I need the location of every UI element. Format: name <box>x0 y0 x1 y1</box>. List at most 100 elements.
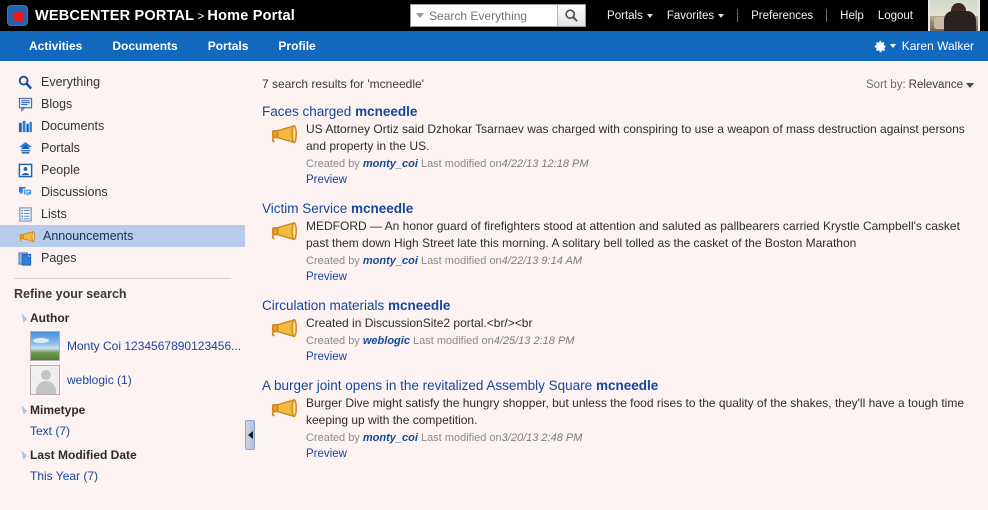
tab-documents[interactable]: Documents <box>97 31 192 61</box>
result-author[interactable]: monty_coi <box>363 158 418 170</box>
search-scope-dropdown[interactable] <box>411 5 430 26</box>
facet-option-author-monty[interactable]: Monty Coi 1234567890123456... <box>0 331 245 361</box>
megaphone-icon <box>271 221 297 241</box>
facet-option-label[interactable]: Monty Coi 1234567890123456... <box>67 339 241 353</box>
chevron-down-icon <box>646 13 653 18</box>
landscape-photo-thumb <box>30 331 60 361</box>
result-title-text: Circulation materials <box>262 298 389 313</box>
sidebar-item-label: Everything <box>41 75 101 89</box>
sidebar-item-documents[interactable]: Documents <box>0 115 245 137</box>
sidebar-item-pages[interactable]: Pages <box>0 247 245 269</box>
modified-label: Last modified on <box>417 158 502 170</box>
discussions-icon <box>18 186 33 199</box>
webcenter-logo-icon[interactable] <box>8 6 27 25</box>
header-divider <box>826 9 828 22</box>
result-title-link[interactable]: Faces charged mcneedle <box>262 104 974 119</box>
page-title: Home Portal <box>207 7 296 24</box>
result-main: Created in DiscussionSite2 portal.<br/><… <box>306 315 974 365</box>
facet-option-author-weblogic[interactable]: weblogic (1) <box>0 365 245 395</box>
facet-option-label[interactable]: weblogic (1) <box>67 373 132 387</box>
search-submit-button[interactable] <box>557 5 586 26</box>
refine-search-title: Refine your search <box>14 287 127 301</box>
header-link-portals[interactable]: Portals <box>600 10 660 22</box>
sidebar-collapse-splitter[interactable] <box>245 420 255 450</box>
current-username[interactable]: Karen Walker <box>902 39 974 53</box>
disclosure-triangle-icon <box>17 313 28 323</box>
header-link-favorites[interactable]: Favorites <box>660 10 731 22</box>
tab-portals[interactable]: Portals <box>193 31 264 61</box>
sort-by-value[interactable]: Relevance <box>909 79 963 91</box>
modified-label: Last modified on <box>417 432 502 444</box>
facet-header-last-modified-date[interactable]: Last Modified Date <box>0 440 245 464</box>
result-author[interactable]: monty_coi <box>363 432 418 444</box>
modified-label: Last modified on <box>409 335 494 347</box>
header-link-help[interactable]: Help <box>833 10 871 22</box>
result-body: MEDFORD — An honor guard of firefighters… <box>262 218 974 285</box>
user-avatar-photo[interactable] <box>928 0 980 33</box>
result-main: Burger Dive might satisfy the hungry sho… <box>306 395 974 462</box>
main-navigation-bar: Activities Documents Portals Profile Kar… <box>0 31 988 61</box>
megaphone-icon <box>271 398 297 418</box>
facet-option-label[interactable]: Text (7) <box>30 424 70 438</box>
avatar-body <box>944 11 976 31</box>
header-link-logout[interactable]: Logout <box>871 10 920 22</box>
documents-icon <box>18 120 32 132</box>
header-link-preferences[interactable]: Preferences <box>744 10 820 22</box>
sidebar-item-label: Documents <box>41 119 105 133</box>
created-by-label: Created by <box>306 432 363 444</box>
search-box[interactable] <box>410 4 587 27</box>
search-input[interactable] <box>429 5 558 26</box>
result-preview-link[interactable]: Preview <box>306 448 347 460</box>
sidebar-item-blogs[interactable]: Blogs <box>0 93 245 115</box>
sidebar-item-announcements[interactable]: Announcements <box>0 225 245 247</box>
sidebar-item-label: Pages <box>41 251 77 265</box>
result-main: US Attorney Ortiz said Dzhokar Tsarnaev … <box>306 121 974 188</box>
facet-header-author[interactable]: Author <box>0 303 245 327</box>
sidebar-item-people[interactable]: People <box>0 159 245 181</box>
result-author[interactable]: monty_coi <box>363 255 418 267</box>
result-title-link[interactable]: Circulation materials mcneedle <box>262 298 974 313</box>
result-preview-link[interactable]: Preview <box>306 271 347 283</box>
disclosure-triangle-icon <box>17 405 28 415</box>
facet-option-label[interactable]: This Year (7) <box>30 469 98 483</box>
facet-option-mimetype-text[interactable]: Text (7) <box>0 422 245 440</box>
megaphone-icon <box>271 124 297 144</box>
breadcrumb-separator: > <box>197 8 205 23</box>
tab-profile[interactable]: Profile <box>263 31 330 61</box>
search-result-item: A burger joint opens in the revitalized … <box>262 378 974 462</box>
blog-icon <box>18 97 33 112</box>
sort-by-control[interactable]: Sort by: Relevance <box>866 79 974 91</box>
result-metadata: Created by monty_coi Last modified on4/2… <box>306 158 974 170</box>
sidebar-item-lists[interactable]: Lists <box>0 203 245 225</box>
magnifier-icon <box>18 75 33 89</box>
sidebar-item-portals[interactable]: Portals <box>0 137 245 159</box>
account-settings-button[interactable] <box>874 40 896 53</box>
sidebar-item-discussions[interactable]: Discussions <box>0 181 245 203</box>
chevron-down-icon <box>889 44 896 48</box>
search-result-item: Victim Service mcneedle MEDFORD — An hon… <box>262 201 974 285</box>
result-preview-link[interactable]: Preview <box>306 351 347 363</box>
result-modified-date: 4/22/13 9:14 AM <box>501 255 582 267</box>
result-title-text: Faces charged <box>262 104 356 119</box>
facet-option-date-this-year[interactable]: This Year (7) <box>0 467 245 485</box>
search-result-item: Faces charged mcneedle US Attorney Ortiz… <box>262 104 974 188</box>
result-body: Created in DiscussionSite2 portal.<br/><… <box>262 315 974 365</box>
tab-activities[interactable]: Activities <box>14 31 97 61</box>
created-by-label: Created by <box>306 158 363 170</box>
result-metadata: Created by monty_coi Last modified on4/2… <box>306 255 974 267</box>
results-count-text: 7 search results for 'mcneedle' <box>262 77 424 91</box>
result-title-text: Victim Service <box>262 201 352 216</box>
created-by-label: Created by <box>306 335 363 347</box>
result-title-link[interactable]: A burger joint opens in the revitalized … <box>262 378 974 393</box>
result-author[interactable]: weblogic <box>363 335 410 347</box>
result-title-link[interactable]: Victim Service mcneedle <box>262 201 974 216</box>
brand-breadcrumb: WEBCENTER PORTAL > Home Portal <box>35 8 295 24</box>
result-snippet: US Attorney Ortiz said Dzhokar Tsarnaev … <box>306 122 965 153</box>
sidebar-item-everything[interactable]: Everything <box>0 71 245 93</box>
lists-icon <box>19 206 32 222</box>
facet-label: Last Modified Date <box>30 448 137 462</box>
facet-header-mimetype[interactable]: Mimetype <box>0 395 245 419</box>
result-preview-link[interactable]: Preview <box>306 174 347 186</box>
header-right-cluster: Portals Favorites Preferences Help Logou… <box>410 0 988 33</box>
megaphone-icon <box>19 230 35 242</box>
